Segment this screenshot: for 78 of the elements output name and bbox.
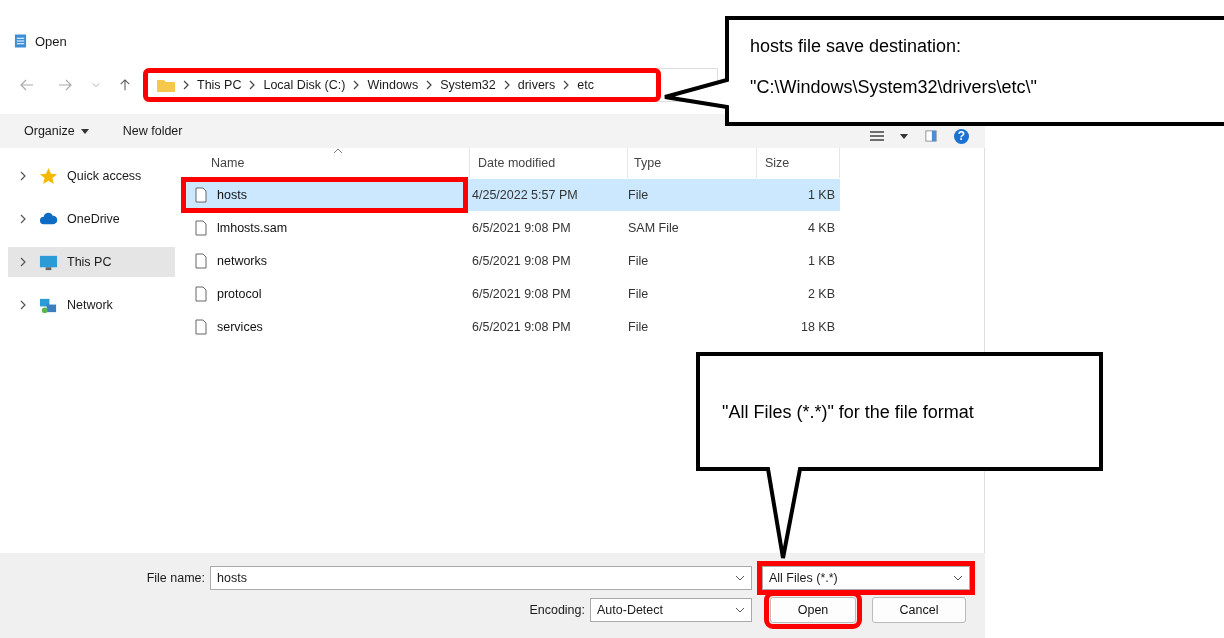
file-name-field[interactable]: hosts: [210, 566, 752, 590]
column-header[interactable]: Size: [757, 148, 840, 178]
column-header[interactable]: Type: [628, 148, 757, 178]
chevron-right-icon: [503, 80, 510, 90]
table-cell-text: 4/25/2022 5:57 PM: [471, 188, 579, 202]
table-cell: hosts: [217, 188, 247, 202]
chevron-right-icon: [183, 80, 189, 90]
breadcrumb-item[interactable]: System32: [440, 78, 496, 92]
address-bar[interactable]: This PC Local Disk (C:) Windows System32 drivers etc: [146, 68, 718, 102]
table-cell-text: 6/5/2021 9:08 PM: [471, 254, 572, 268]
new-folder-button[interactable]: New folder: [122, 124, 183, 138]
file-row[interactable]: protocol 6/5/2021 9:08 PM File 2 KB: [185, 278, 840, 310]
breadcrumb-item[interactable]: etc: [577, 78, 594, 92]
file-row[interactable]: services 6/5/2021 9:08 PM File 18 KB: [185, 311, 840, 343]
callout-text: "All Files (*.*)" for the file format: [722, 402, 974, 423]
window-title: Open: [35, 33, 67, 49]
chevron-right-icon: [249, 80, 256, 90]
callout-text: hosts file save destination:: [750, 36, 963, 57]
table-cell-text: 1 KB: [806, 188, 835, 202]
breadcrumb-item[interactable]: This PC: [197, 78, 242, 92]
chevron-right-icon: [563, 80, 570, 90]
table-cell: networks: [217, 254, 268, 268]
star-icon: [39, 166, 58, 186]
chevron-right-icon: [353, 80, 360, 90]
file-icon: [195, 187, 207, 203]
encoding-dropdown[interactable]: Auto-Detect: [590, 598, 752, 622]
sort-caret-icon: [333, 148, 343, 154]
chevron-down-icon: [735, 607, 745, 613]
file-row[interactable]: lmhosts.sam 6/5/2021 9:08 PM SAM File 4 KB: [185, 212, 840, 244]
preview-pane-icon[interactable]: [924, 130, 938, 142]
table-cell: lmhosts.sam: [217, 221, 288, 235]
chevron-down-icon: [735, 575, 745, 581]
table-cell-text: 4 KB: [806, 221, 835, 235]
table-cell-text: File: [628, 254, 650, 268]
help-button[interactable]: ?: [954, 128, 969, 144]
file-icon: [195, 220, 207, 236]
file-row[interactable]: networks 6/5/2021 9:08 PM File 1 KB: [185, 245, 840, 277]
field-label: Encoding:: [528, 603, 585, 617]
caret-icon: [80, 128, 89, 134]
table-cell: services: [217, 320, 263, 334]
sidebar-item[interactable]: Network: [8, 290, 175, 320]
table-cell-text: File: [628, 188, 650, 202]
table-cell-text: SAM File: [628, 221, 680, 235]
chevron-down-icon: [953, 575, 963, 581]
chevron-right-icon: [426, 80, 433, 90]
breadcrumb-item[interactable]: drivers: [517, 78, 556, 92]
view-menu-icon[interactable]: [870, 130, 884, 142]
table-cell-text: 18 KB: [799, 320, 835, 334]
sidebar-item[interactable]: OneDrive: [8, 204, 175, 234]
table-cell-text: 1 KB: [806, 254, 835, 268]
sidebar-item[interactable]: This PC: [8, 247, 175, 277]
table-cell-text: 2 KB: [806, 287, 835, 301]
breadcrumb-item[interactable]: Windows: [367, 78, 419, 92]
column-header[interactable]: Date modified: [470, 148, 628, 178]
file-icon: [195, 319, 207, 335]
chevron-right-icon[interactable]: [20, 214, 26, 224]
breadcrumb-item[interactable]: Local Disk (C:): [263, 78, 346, 92]
table-cell-text: 6/5/2021 9:08 PM: [471, 287, 572, 301]
table-cell-text: File: [628, 320, 650, 334]
folder-icon: [157, 78, 175, 92]
callout-text: "C:\Windows\System32\drivers\etc\": [750, 77, 1037, 98]
notepad-icon: [14, 33, 27, 49]
table-cell-text: 6/5/2021 9:08 PM: [471, 320, 572, 334]
file-icon: [195, 253, 207, 269]
table-cell: protocol: [217, 287, 262, 301]
chevron-right-icon[interactable]: [20, 300, 26, 310]
up-arrow-icon[interactable]: [118, 79, 132, 91]
organize-menu[interactable]: Organize: [24, 124, 89, 138]
table-cell-text: File: [628, 287, 650, 301]
column-header[interactable]: Name: [185, 148, 470, 178]
caret-icon[interactable]: [900, 133, 908, 139]
chevron-right-icon[interactable]: [20, 257, 26, 267]
field-label: File name:: [145, 571, 205, 585]
chevron-right-icon[interactable]: [20, 171, 26, 181]
table-cell-text: 6/5/2021 9:08 PM: [471, 221, 572, 235]
cancel-button[interactable]: Cancel: [872, 597, 966, 623]
sidebar-item[interactable]: Quick access: [8, 161, 175, 191]
file-icon: [195, 286, 207, 302]
